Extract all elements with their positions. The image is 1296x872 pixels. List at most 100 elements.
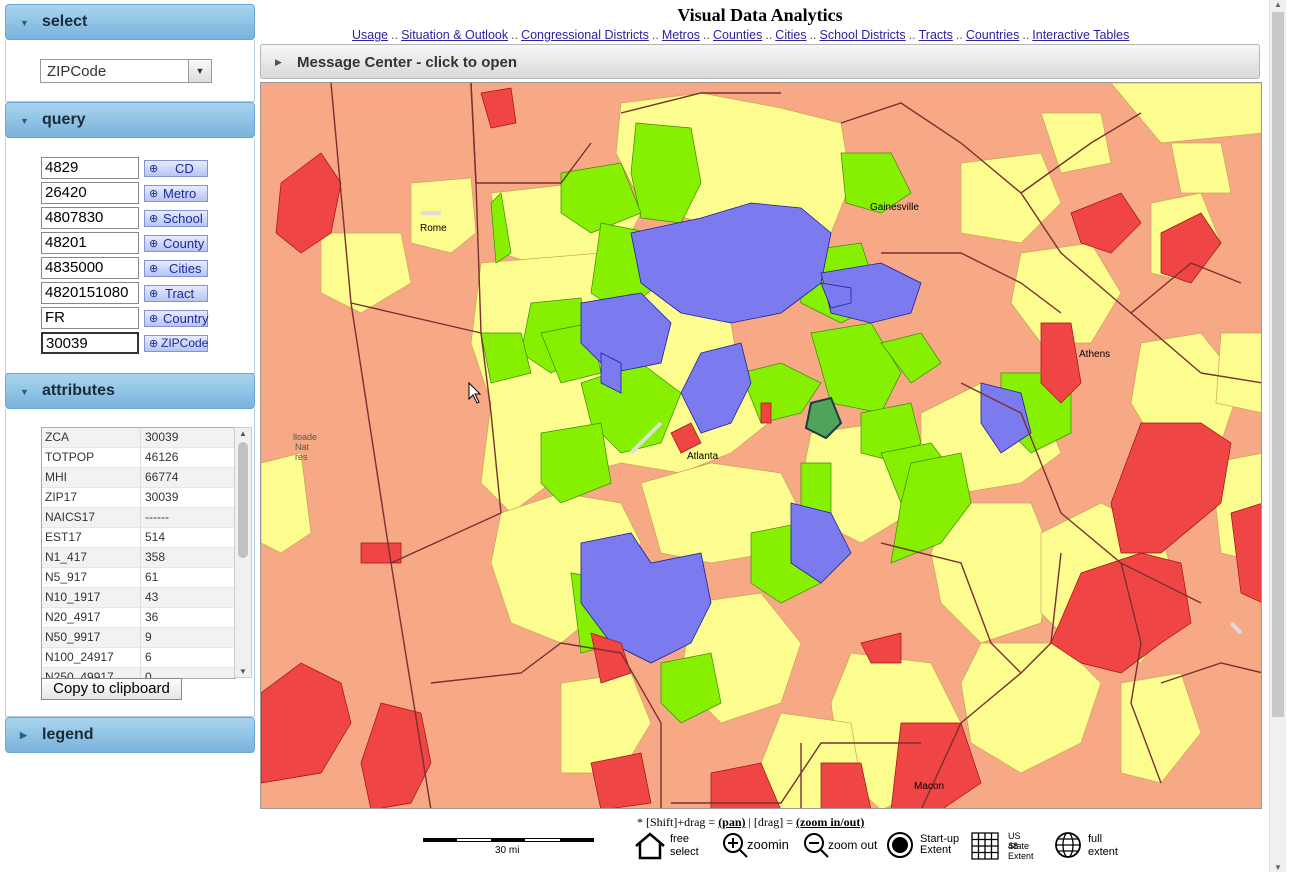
tool-label: Extent [1008,851,1034,861]
column-divider [140,488,141,507]
attribute-row[interactable]: ZIP17 30039 [42,488,235,508]
query-input-country[interactable]: FR [41,307,139,329]
attribute-row[interactable]: TOTPOP 46126 [42,448,235,468]
query-button-label: Country [163,311,209,326]
tool-label: Extent [920,844,952,856]
attribute-key: N50_9917 [45,630,101,644]
attribute-row[interactable]: MHI 66774 [42,468,235,488]
column-divider [140,528,141,547]
attributes-scrollbar[interactable]: ▲ ▼ [234,427,252,678]
query-button-cities[interactable]: ⊕ Cities [144,260,208,277]
column-divider [140,648,141,667]
nav-link-situation-outlook[interactable]: Situation & Outlook [401,28,508,42]
attribute-value: ------ [145,510,169,524]
magnifier-icon: ⊕ [149,288,159,300]
panel-header-legend[interactable]: ▶ legend [5,717,255,753]
nav-separator: .. [908,28,916,42]
nav-link-congressional-districts[interactable]: Congressional Districts [521,28,649,42]
nav-separator: .. [765,28,773,42]
page-scrollbar-thumb[interactable] [1272,12,1284,717]
panel-title-attributes: attributes [42,382,115,399]
nav-link-metros[interactable]: Metros [662,28,700,42]
panel-title-legend: legend [42,726,94,743]
nav-link-counties[interactable]: Counties [713,28,762,42]
attributes-table[interactable]: ZCA 30039 TOTPOP 46126 MHI 66774 ZIP17 30039 NAI… [41,427,236,679]
scroll-up-icon[interactable]: ▲ [1274,0,1282,9]
column-divider [140,508,141,527]
scroll-down-icon[interactable]: ▼ [1274,863,1282,872]
scrollbar-thumb[interactable] [238,442,248,558]
hint-text: | [drag] = [745,815,797,829]
query-input-county[interactable]: 48201 [41,232,139,254]
attribute-value: 30039 [145,430,179,444]
geography-type-dropdown[interactable]: ZIPCode ▼ [40,59,212,83]
message-center-label: Message Center - click to open [297,54,518,71]
zoom-in-icon [723,833,748,858]
attribute-row[interactable]: N20_4917 36 [42,608,235,628]
tool-label: zoomin [747,837,789,852]
attribute-row[interactable]: N50_9917 9 [42,628,235,648]
attribute-row[interactable]: NAICS17 ------ [42,508,235,528]
nav-link-countries[interactable]: Countries [966,28,1020,42]
query-input-zipcode[interactable]: 30039 [41,332,139,354]
query-input-cities[interactable]: 4835000 [41,257,139,279]
city-label-macon: Macon [914,781,944,792]
query-button-label: CD [175,161,194,176]
message-center-bar[interactable]: ▶ Message Center - click to open [260,44,1260,79]
map-canvas[interactable]: Rome Gainesville Athens Atlanta Macon ll… [261,83,1262,809]
query-button-country[interactable]: ⊕ Country [144,310,209,327]
chevron-down-icon[interactable]: ▼ [188,60,211,82]
query-button-label: Metro [163,186,197,201]
query-input-metro[interactable]: 26420 [41,182,139,204]
choropleth-map[interactable]: Rome Gainesville Athens Atlanta Macon ll… [260,82,1262,809]
attribute-row[interactable]: N100_24917 6 [42,648,235,668]
query-button-metro[interactable]: ⊕ Metro [144,185,208,202]
column-divider [140,608,141,627]
scroll-down-icon[interactable]: ▼ [239,667,247,676]
query-button-county[interactable]: ⊕ County [144,235,208,252]
attribute-value: 9 [145,630,152,644]
attribute-value: 358 [145,550,166,564]
query-button-zipcode[interactable]: ⊕ ZIPCode [144,335,208,352]
attribute-row[interactable]: N1_417 358 [42,548,235,568]
globe-icon [1055,832,1081,858]
query-button-tract[interactable]: ⊕ Tract [144,285,208,302]
nav-link-school-districts[interactable]: School Districts [820,28,906,42]
nav-separator: .. [1022,28,1030,42]
attribute-row[interactable]: N10_1917 43 [42,588,235,608]
attribute-value: 66774 [145,470,179,484]
column-divider [140,428,141,447]
attribute-value: 6 [145,650,152,664]
expand-triangle-icon: ▶ [20,730,27,740]
nav-link-cities[interactable]: Cities [775,28,806,42]
copy-to-clipboard-button[interactable]: Copy to clipboard [41,678,182,700]
attribute-value: 61 [145,570,159,584]
query-button-school[interactable]: ⊕ School [144,210,208,227]
attribute-key: EST17 [45,530,82,544]
nav-link-interactive-tables[interactable]: Interactive Tables [1032,28,1129,42]
query-input-tract[interactable]: 4820151080 [41,282,139,304]
nav-link-tracts[interactable]: Tracts [919,28,953,42]
panel-header-attributes[interactable]: ▼ attributes [5,373,255,409]
scroll-up-icon[interactable]: ▲ [239,429,247,438]
magnifier-icon: ⊕ [149,263,159,275]
query-input-school[interactable]: 4807830 [41,207,139,229]
attribute-row[interactable]: EST17 514 [42,528,235,548]
tool-label: extent [1088,846,1118,858]
scale-bar [423,838,594,843]
map-hint: * [Shift]+drag = (pan) | [drag] = (zoom … [637,815,864,830]
nav-separator: .. [809,28,817,42]
zoom-out-icon [804,833,829,858]
query-button-label: Cities [169,261,202,276]
page-scrollbar[interactable]: ▲ ▼ [1269,0,1286,872]
attribute-value: 30039 [145,490,179,504]
nav-link-usage[interactable]: Usage [352,28,388,42]
attribute-row[interactable]: ZCA 30039 [42,428,235,448]
attribute-row[interactable]: N5_917 61 [42,568,235,588]
dropdown-value: ZIPCode [47,63,107,80]
query-button-cd[interactable]: ⊕ CD [144,160,208,177]
scale-label: 30 mi [495,845,520,856]
city-label-gainesville: Gainesville [870,202,919,213]
panel-header-query[interactable]: ▼ query [5,102,255,138]
query-input-cd[interactable]: 4829 [41,157,139,179]
